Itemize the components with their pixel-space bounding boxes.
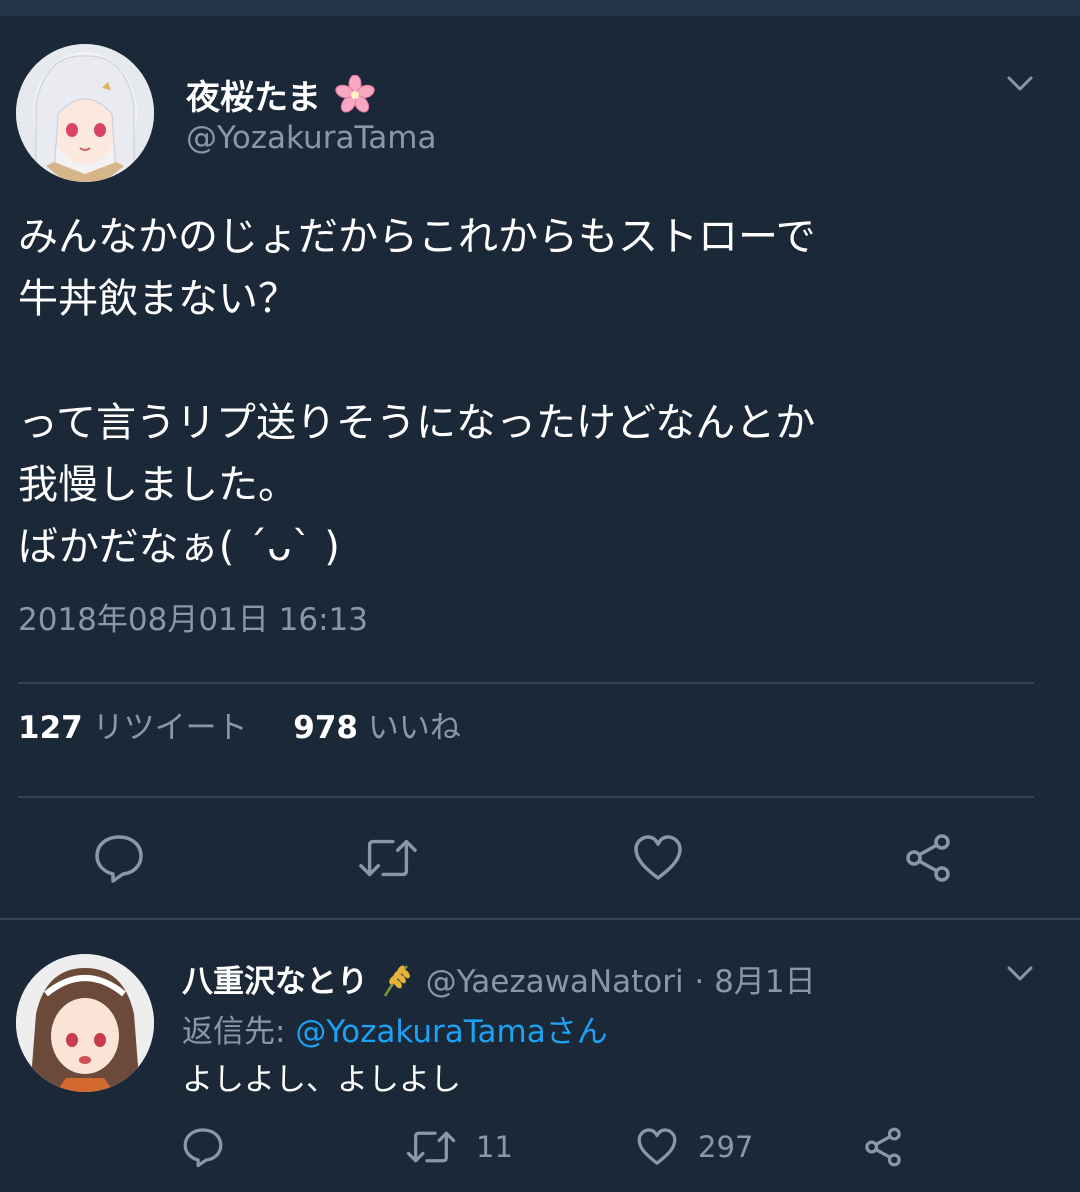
- avatar[interactable]: [16, 44, 154, 182]
- tweet-line: みんなかのじょだからこれからもストローで: [18, 214, 816, 260]
- like-count: 297: [698, 1130, 754, 1164]
- heart-icon: [637, 1128, 677, 1165]
- retweet-icon: [406, 1131, 456, 1163]
- retweet-count: 127: [18, 710, 83, 746]
- avatar[interactable]: [16, 954, 154, 1092]
- tweet-text: みんなかのじょだからこれからもストローで 牛丼飲まない？ って言うリプ送りそうに…: [18, 206, 1058, 578]
- reply-text: よしよし、よしよし: [182, 1062, 461, 1098]
- reply-icon: [95, 835, 143, 883]
- user-handle[interactable]: @YaezawaNatori: [426, 964, 684, 1000]
- retweet-icon: [359, 839, 417, 877]
- retweet-label: リツイート: [92, 710, 248, 746]
- heart-icon: [634, 835, 682, 880]
- display-name[interactable]: 八重沢なとり: [182, 964, 368, 1000]
- display-name[interactable]: 夜桜たま: [186, 70, 375, 124]
- rice-icon: [379, 962, 415, 1006]
- like-button[interactable]: 297: [636, 1122, 753, 1172]
- like-count: 978: [293, 710, 359, 746]
- retweet-button[interactable]: 11: [406, 1122, 513, 1172]
- share-button[interactable]: [862, 1122, 904, 1172]
- share-icon: [865, 1127, 901, 1167]
- chevron-down-icon[interactable]: [1000, 64, 1040, 104]
- reply-button[interactable]: [89, 828, 149, 888]
- tweet-line: 牛丼飲まない？: [18, 276, 298, 322]
- reply-to-line: 返信先: @YozakuraTamaさん: [182, 1006, 608, 1051]
- user-handle[interactable]: @YozakuraTama: [186, 120, 436, 156]
- reply-date: · 8月1日: [694, 964, 816, 1000]
- engagement-stats: 127 リツイート 978 いいね: [18, 702, 461, 747]
- tweet-line: ばかだなぁ( ´ᴗ` ): [18, 524, 340, 570]
- share-icon: [906, 834, 950, 882]
- reply-icon: [183, 1128, 223, 1168]
- tweet-timestamp: 2018年08月01日 16:13: [18, 602, 368, 638]
- retweet-button[interactable]: [358, 828, 418, 888]
- retweet-stat[interactable]: 127 リツイート: [18, 710, 257, 746]
- reply-button[interactable]: [182, 1122, 224, 1172]
- divider: [18, 796, 1034, 798]
- tweet-line: って言うリプ送りそうになったけどなんとか: [18, 400, 816, 446]
- reply-to-link[interactable]: @YozakuraTamaさん: [295, 1014, 607, 1050]
- like-label: いいね: [367, 710, 461, 746]
- sakura-icon: [335, 74, 375, 124]
- avatar-image: [16, 954, 154, 1092]
- display-name-text: 夜桜たま: [186, 78, 321, 118]
- tweet-line: [18, 330, 1058, 392]
- divider: [18, 682, 1034, 684]
- chevron-down-icon[interactable]: [1000, 954, 1040, 994]
- section-divider: [0, 918, 1080, 920]
- tweet-line: 我慢しました。: [18, 462, 298, 508]
- share-button[interactable]: [898, 828, 958, 888]
- retweet-count: 11: [476, 1130, 513, 1164]
- like-stat[interactable]: 978 いいね: [293, 710, 461, 746]
- reply-header: 八重沢なとり @YaezawaNatori · 8月1日: [182, 956, 816, 1006]
- status-bar: [0, 0, 1080, 16]
- like-button[interactable]: [628, 828, 688, 888]
- avatar-image: [16, 44, 154, 182]
- reply-to-label: 返信先:: [182, 1014, 286, 1050]
